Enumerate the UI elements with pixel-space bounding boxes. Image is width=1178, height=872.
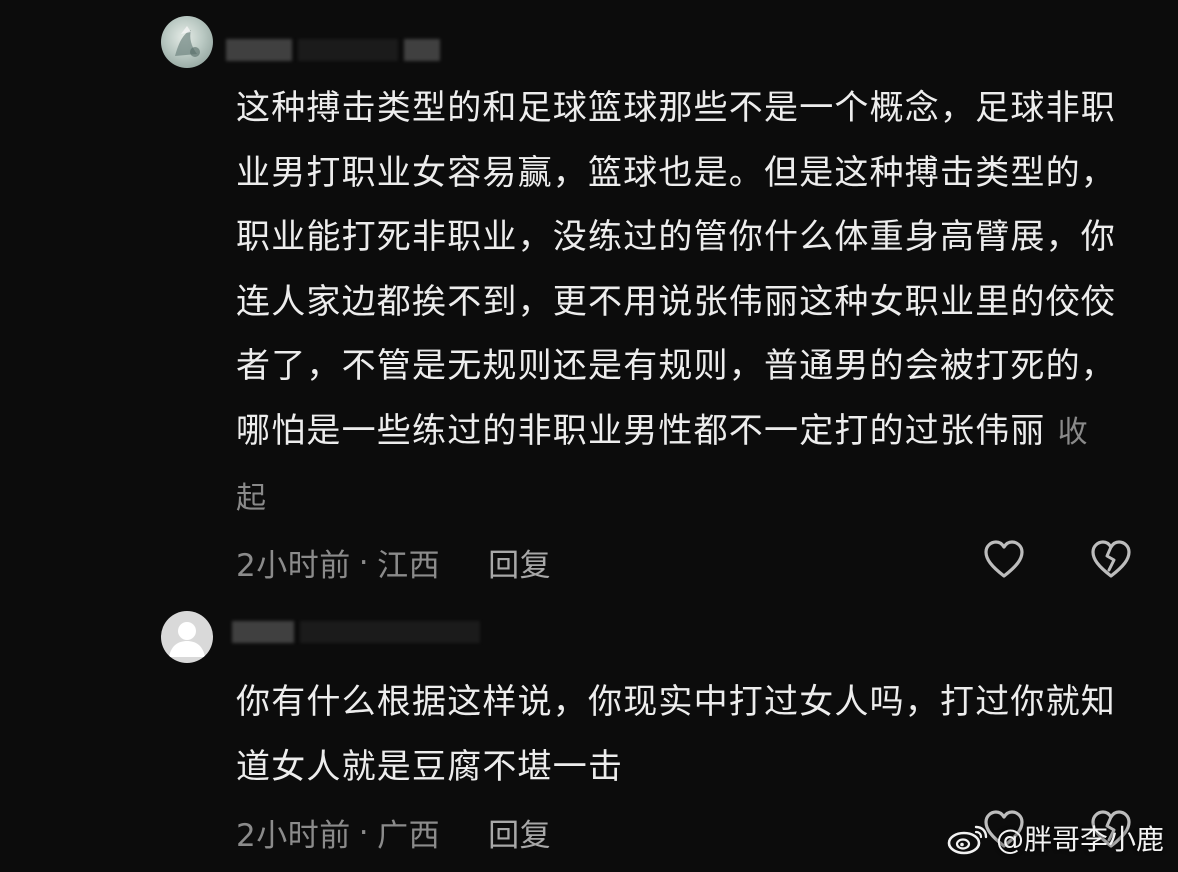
redaction-block: [300, 621, 480, 643]
avatar[interactable]: [161, 16, 213, 68]
redaction-block: [232, 621, 294, 643]
weibo-logo-icon: [947, 825, 988, 855]
avatar[interactable]: [161, 611, 213, 663]
comment-time: 2小时前: [236, 818, 351, 854]
username-redacted[interactable]: [232, 620, 480, 644]
redaction-block: [404, 39, 440, 61]
comment-text: 这种搏击类型的和足球篮球那些不是一个概念，足球非职业男打职业女容易赢，篮球也是。…: [236, 76, 1116, 532]
heart-outline-icon: [984, 540, 1024, 578]
comment-meta: 2小时前 · 江西 回复: [236, 540, 551, 585]
comment-body: 你有什么根据这样说，你现实中打过女人吗，打过你就知道女人就是豆腐不堪一击: [236, 682, 1116, 787]
reply-button[interactable]: 回复: [488, 810, 551, 855]
watermark-text: @胖哥李小鹿: [995, 823, 1164, 856]
watermark: @胖哥李小鹿: [946, 818, 1164, 858]
meta-separator: ·: [358, 814, 370, 851]
comment-time: 2小时前: [236, 548, 351, 584]
avatar-image: [175, 26, 200, 57]
username-redacted[interactable]: [226, 38, 440, 62]
comment-meta: 2小时前 · 广西 回复: [236, 810, 551, 855]
redaction-block: [298, 39, 398, 61]
meta-separator: ·: [358, 544, 370, 581]
comment-body: 这种搏击类型的和足球篮球那些不是一个概念，足球非职业男打职业女容易赢，篮球也是。…: [236, 88, 1116, 451]
comment-location: 江西: [377, 548, 441, 584]
comment-location: 广西: [377, 818, 441, 854]
reply-button[interactable]: 回复: [488, 540, 551, 585]
dislike-button[interactable]: [1088, 538, 1134, 582]
like-button[interactable]: [981, 538, 1027, 582]
broken-heart-icon: [1091, 540, 1131, 578]
redaction-block: [226, 39, 292, 61]
comment-text: 你有什么根据这样说，你现实中打过女人吗，打过你就知道女人就是豆腐不堪一击: [236, 670, 1116, 799]
default-avatar-icon: [169, 622, 205, 657]
